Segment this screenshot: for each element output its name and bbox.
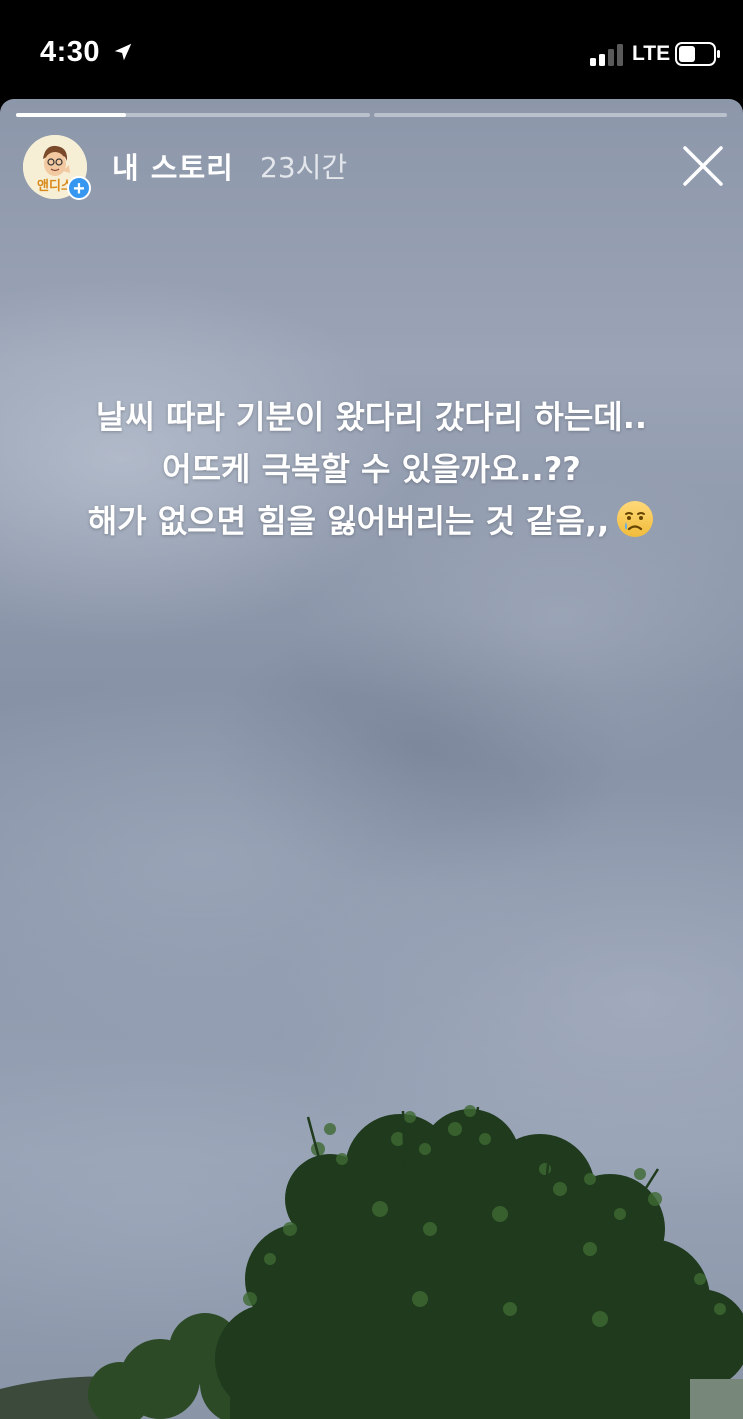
caption-line-1: 날씨 따라 기분이 왔다리 갔다리 하는데.. — [95, 398, 648, 436]
tree-foliage — [0, 1105, 743, 1419]
caption-line-3: 해가 없으면 힘을 잃어버리는 것 같음,, — [87, 502, 610, 540]
clock-time: 4:30 — [40, 36, 101, 68]
battery-icon — [675, 42, 720, 66]
story-progress-segment-2 — [374, 113, 727, 117]
caption-line-2: 어뜨케 극복할 수 있을까요..?? — [162, 450, 581, 488]
story-viewer[interactable]: 앤디스 + 내 스토리 23시간 날씨 따라 기분이 왔다리 갔다리 하는데..… — [0, 99, 743, 1419]
network-label: LTE — [632, 42, 671, 65]
story-time-ago: 23시간 — [260, 151, 348, 184]
signal-bars-icon — [590, 44, 623, 66]
caption-line-3-wrap: 해가 없으면 힘을 잃어버리는 것 같음,, — [0, 495, 743, 547]
story-username[interactable]: 내 스토리 — [112, 145, 234, 187]
story-progress-fill — [16, 113, 126, 117]
add-story-badge[interactable]: + — [67, 176, 91, 200]
location-arrow-icon — [114, 43, 132, 61]
close-icon[interactable] — [680, 143, 726, 189]
story-caption: 날씨 따라 기분이 왔다리 갔다리 하는데.. 어뜨케 극복할 수 있을까요..… — [0, 391, 743, 547]
crying-face-icon — [617, 501, 654, 537]
story-progress-segment-1 — [16, 113, 370, 117]
status-bar: 4:30 LTE — [0, 0, 743, 100]
